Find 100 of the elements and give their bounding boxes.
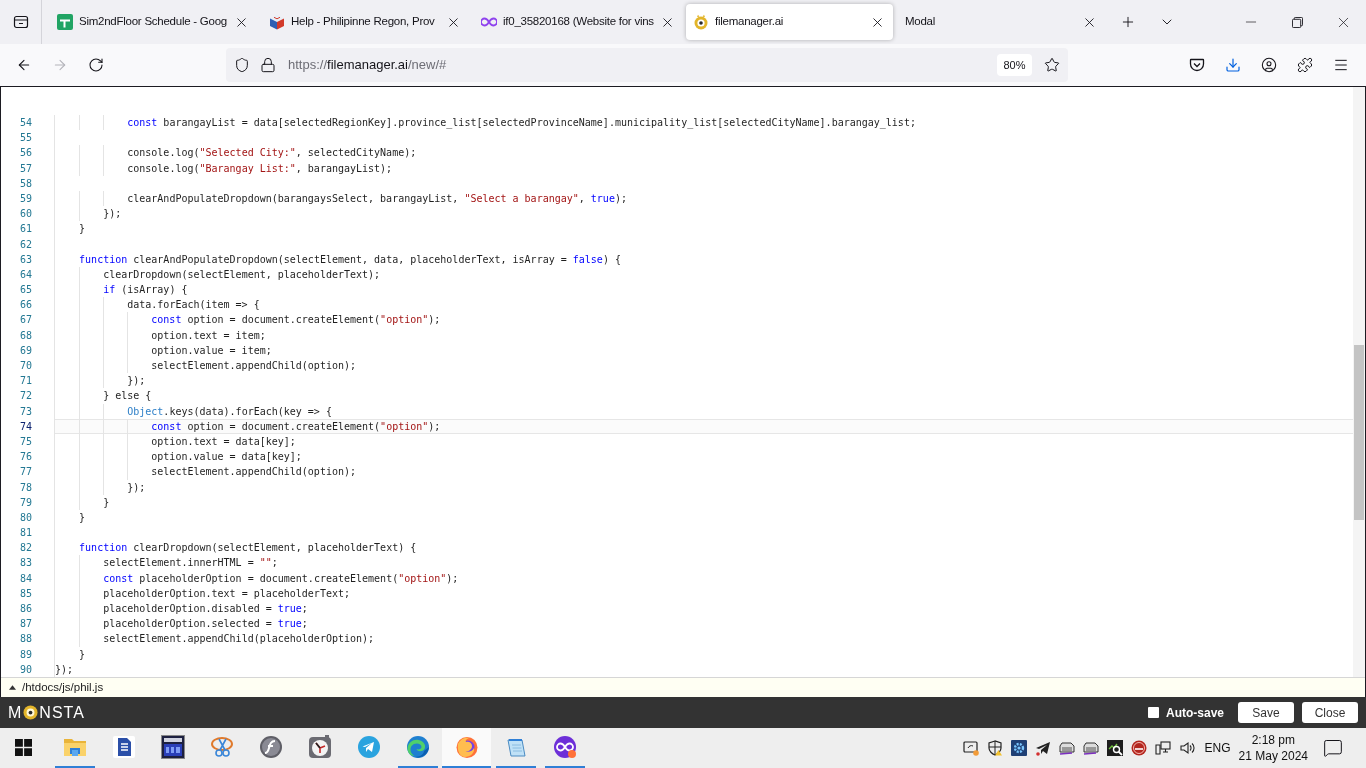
line-number: 71	[19, 375, 32, 387]
download-icon[interactable]	[1225, 57, 1241, 73]
paper-plane-icon	[356, 735, 381, 759]
code-line: }	[79, 510, 86, 525]
code-line: selectElement.appendChild(placeholderOption);	[103, 632, 375, 647]
file-path: /htdocs/js/phil.js	[22, 679, 104, 695]
start-icon	[14, 738, 32, 756]
line-number: 69	[19, 344, 32, 356]
browser-tab[interactable]: Sim2ndFloor Schedule - Goog	[50, 4, 257, 40]
code-line: option.value = data[key];	[151, 450, 302, 465]
caret-up-icon[interactable]	[9, 685, 16, 690]
code-line: }	[103, 495, 110, 510]
code-line: function clearDropdown(selectElement, placeholderText) {	[79, 541, 417, 556]
badge-icon[interactable]	[1130, 740, 1147, 756]
line-number: 74	[19, 420, 32, 432]
line-number: 62	[19, 238, 32, 250]
code-line: option.value = item;	[151, 343, 272, 358]
line-number: 55	[19, 132, 32, 144]
scrollbar-thumb[interactable]	[1354, 345, 1364, 520]
pocket-icon[interactable]	[1189, 57, 1205, 73]
crescent-disc-icon	[454, 735, 479, 759]
account-icon[interactable]	[1261, 57, 1277, 73]
close-button[interactable]: Close	[1302, 702, 1358, 723]
code-line: });	[127, 480, 146, 495]
menu-icon[interactable]	[1333, 57, 1349, 73]
eye-icon	[693, 14, 709, 30]
code-line: const barangayList = data[selectedRegionKey].province_list[selectedProvinceName].municipality_list[selectedCityName].barangay_list;	[127, 116, 916, 131]
document-icon	[111, 735, 136, 759]
line-number: 60	[19, 208, 32, 220]
disc-icon	[258, 735, 283, 759]
line-number: 57	[19, 162, 32, 174]
language-indicator[interactable]: ENG	[1204, 739, 1231, 757]
code-line: const option = document.createElement("option");	[151, 419, 441, 434]
line-number: 75	[19, 435, 32, 447]
back-icon[interactable]	[16, 57, 32, 73]
notification-icon[interactable]	[1323, 738, 1343, 758]
network-icon[interactable]	[1154, 740, 1171, 756]
code-line: console.log("Barangay List:", barangayList);	[127, 161, 393, 176]
new-tab-icon[interactable]	[1120, 14, 1136, 30]
address-bar[interactable]: https://filemanager.ai/new/# 80%	[226, 48, 1068, 82]
clock-date[interactable]: 21 May 2024	[1238, 748, 1308, 764]
line-number: 89	[19, 648, 32, 660]
spreadsheet-icon	[57, 14, 73, 30]
line-number: 81	[19, 527, 32, 539]
magnifier-tile-icon[interactable]	[1106, 740, 1123, 756]
code-line: option.text = item;	[151, 328, 266, 343]
tab-list-icon[interactable]	[12, 14, 29, 30]
line-number: 72	[19, 390, 32, 402]
line-number: 86	[19, 603, 32, 614]
code-line: clearAndPopulateDropdown(barangaysSelect, barangayList, "Select a barangay", true);	[127, 191, 627, 206]
clock-time[interactable]: 2:18 pm	[1251, 732, 1295, 748]
restore-icon[interactable]	[1291, 16, 1303, 28]
screen-icon[interactable]	[962, 740, 979, 756]
checkbox-label: Auto-save	[1166, 704, 1224, 722]
printer-icon[interactable]	[1058, 740, 1075, 756]
line-number: 65	[19, 284, 32, 296]
shield-icon[interactable]	[234, 57, 250, 73]
reload-icon[interactable]	[88, 57, 104, 73]
line-number: 56	[19, 147, 32, 159]
code-line: selectElement.appendChild(option);	[151, 359, 356, 373]
code-line: });	[103, 207, 122, 222]
paper-plane-icon[interactable]	[1034, 740, 1051, 756]
code-line: });	[127, 374, 146, 389]
code-line: placeholderOption.disabled = true;	[103, 602, 308, 616]
code-line: } else {	[103, 389, 152, 404]
volume-icon[interactable]	[1178, 740, 1195, 756]
code-line: Object.keys(data).forEach(key => {	[127, 404, 332, 419]
logo-text: NSTA	[39, 702, 85, 723]
logo-text: M	[8, 702, 23, 723]
line-number: 90	[19, 663, 32, 675]
browser-tab[interactable]: Help - Philipinne Regon, Prov	[262, 4, 469, 40]
line-number: 64	[19, 268, 32, 280]
clock-icon	[307, 735, 332, 759]
line-number: 82	[19, 542, 32, 554]
line-number: 76	[19, 451, 32, 463]
code-line: selectElement.appendChild(option);	[151, 465, 356, 480]
code-line: placeholderOption.text = placeholderText;	[103, 586, 350, 601]
line-number: 84	[19, 572, 32, 584]
code-line: });	[55, 662, 74, 677]
line-number: 67	[19, 314, 32, 326]
line-number: 58	[19, 177, 32, 189]
line-number: 68	[19, 329, 32, 341]
save-button[interactable]: Save	[1238, 702, 1294, 723]
lock-icon[interactable]	[260, 57, 276, 73]
gear-icon[interactable]	[1010, 740, 1027, 756]
url-text: https://filemanager.ai/new/#	[288, 56, 447, 75]
printer-icon[interactable]	[1082, 740, 1099, 756]
star-icon[interactable]	[1044, 57, 1060, 73]
browser-tab[interactable]: if0_35820168 (Website for vins	[474, 4, 681, 40]
line-number: 83	[19, 557, 32, 569]
shield-icon[interactable]	[986, 740, 1003, 756]
auto-save-checkbox[interactable]	[1148, 707, 1159, 718]
line-number: 85	[19, 587, 32, 599]
line-number: 80	[19, 511, 32, 523]
line-number: 63	[19, 253, 32, 265]
puzzle-icon[interactable]	[1297, 57, 1313, 73]
browser-tab[interactable]: filemanager.ai	[686, 4, 893, 40]
browser-tab[interactable]: Modal	[898, 4, 1105, 40]
zoom-level-button[interactable]: 80%	[997, 54, 1032, 76]
line-number: 78	[19, 481, 32, 493]
